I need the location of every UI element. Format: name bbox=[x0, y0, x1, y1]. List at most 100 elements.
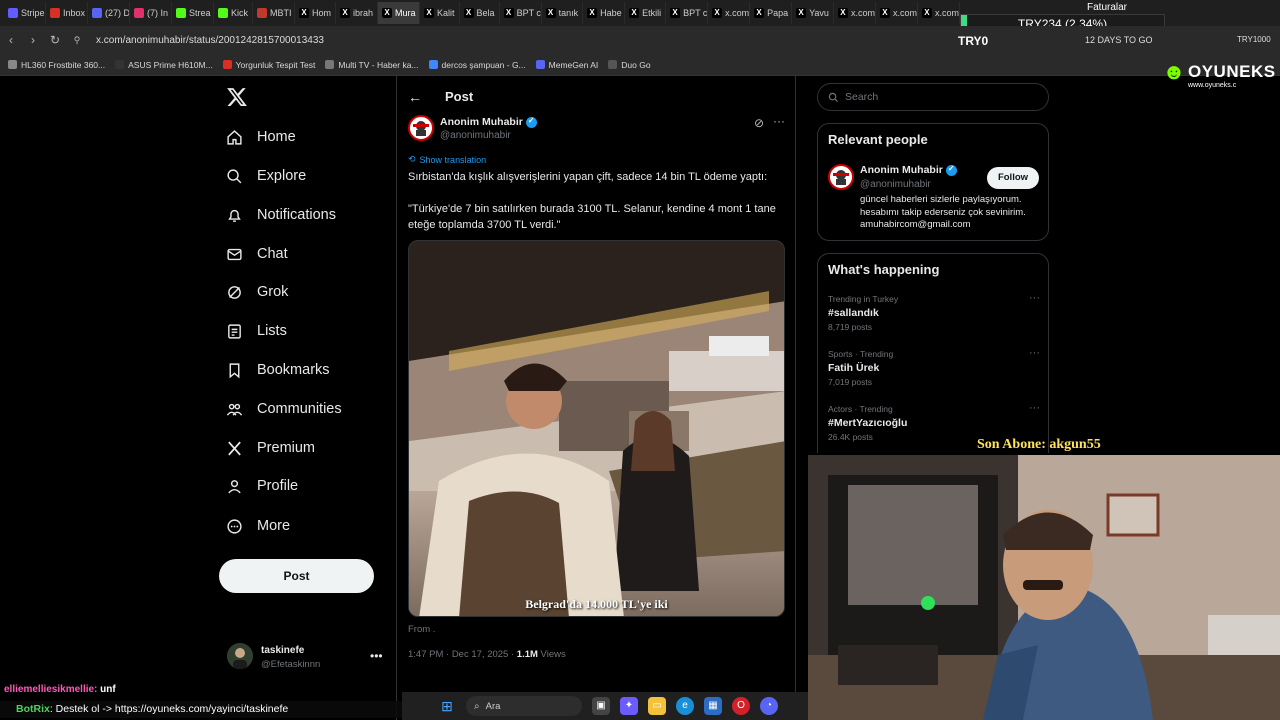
more-circle-icon bbox=[227, 518, 242, 534]
browser-tab[interactable]: MBTI bbox=[253, 2, 296, 24]
search-input[interactable]: Search bbox=[817, 83, 1049, 111]
browser-tab[interactable]: X Papa bbox=[750, 2, 793, 24]
nav-item-home[interactable]: Home bbox=[226, 123, 406, 151]
chat-username: elliemelliesikmellie: bbox=[4, 684, 98, 695]
tab-favicon-icon bbox=[92, 8, 102, 18]
bookmark-label: dercos şampuan - G... bbox=[441, 59, 526, 70]
file-explorer-icon[interactable]: ▭ bbox=[648, 697, 666, 715]
browser-tab[interactable]: Xx.com bbox=[876, 2, 918, 24]
chat-text: unf bbox=[97, 684, 116, 695]
browser-tab[interactable]: Inbox bbox=[46, 2, 88, 24]
browser-tab[interactable]: Strea bbox=[172, 2, 214, 24]
list-icon bbox=[228, 323, 241, 339]
tab-favicon-icon: X bbox=[587, 8, 598, 18]
views-label: Views bbox=[537, 649, 566, 660]
x-logo-icon[interactable] bbox=[226, 86, 248, 108]
taskbar-search[interactable]: ⌕ Ara bbox=[466, 696, 582, 716]
browser-tab[interactable]: Stripe bbox=[4, 2, 46, 24]
search-icon bbox=[227, 168, 242, 183]
bookmark-item[interactable]: MemeGen AI bbox=[535, 59, 599, 70]
bookmark-item[interactable]: HL360 Frostbite 360... bbox=[8, 60, 105, 70]
relevant-handle[interactable]: @anonimuhabir bbox=[860, 179, 931, 190]
browser-tab[interactable]: (27) D bbox=[88, 2, 130, 24]
tab-label: (7) In bbox=[147, 8, 169, 18]
tweet-text: Sırbistan'da kışlık alışverişlerini yapa… bbox=[408, 169, 788, 249]
browser-tab[interactable]: X Yavu bbox=[792, 2, 834, 24]
browser-tab[interactable]: Kick bbox=[214, 2, 254, 24]
back-arrow-icon[interactable]: ← bbox=[408, 89, 422, 105]
person-icon bbox=[228, 479, 241, 493]
edge-icon[interactable]: e bbox=[676, 697, 694, 715]
nav-item-label: Grok bbox=[257, 284, 289, 300]
task-view-icon[interactable]: ▣ bbox=[592, 697, 610, 715]
browser-tab[interactable]: X Bela bbox=[460, 2, 500, 24]
bookmark-item[interactable]: Yorgunluk Tespit Test bbox=[222, 60, 315, 70]
bookmark-item[interactable]: Multi TV - Haber ka... bbox=[325, 60, 419, 70]
author-handle[interactable]: @anonimuhabir bbox=[440, 130, 511, 141]
browser-tab[interactable]: X BPT c bbox=[500, 2, 542, 24]
trend-count: 7,019 posts bbox=[828, 377, 872, 387]
post-timestamp[interactable]: 1:47 PM · Dec 17, 2025 · bbox=[408, 649, 517, 660]
site-info-icon[interactable]: ⚲ bbox=[66, 35, 88, 46]
post-more-icon[interactable]: ··· bbox=[773, 114, 785, 128]
browser-tab[interactable]: Xx.com bbox=[834, 2, 876, 24]
bookmark-item[interactable]: dercos şampuan - G... bbox=[428, 59, 526, 70]
show-translation-link[interactable]: ⟲ Show translation bbox=[408, 154, 486, 165]
browser-tab[interactable]: X Habe bbox=[583, 2, 626, 24]
back-nav-icon[interactable]: ‹ bbox=[0, 33, 22, 47]
browser-tab[interactable]: X BPT c bbox=[666, 2, 709, 24]
translate-icon: ⟲ bbox=[408, 154, 416, 164]
browser-tab[interactable]: X Hom bbox=[295, 2, 337, 24]
nav-item-grok[interactable]: Grok bbox=[226, 278, 406, 306]
browser-tab[interactable]: X Etkili bbox=[625, 2, 667, 24]
bookmark-item[interactable]: Duo Go bbox=[608, 60, 651, 70]
trend-title: #MertYazıcıoğlu bbox=[828, 417, 908, 429]
follow-button[interactable]: Follow bbox=[987, 167, 1039, 189]
trend-more-icon[interactable]: ··· bbox=[1029, 347, 1040, 359]
trend-item[interactable]: Sports · Trending Fatih Ürek 7,019 posts ··… bbox=[828, 347, 1040, 387]
bookmark-label: MemeGen AI bbox=[548, 59, 599, 70]
nav-item-more[interactable]: More bbox=[226, 512, 406, 540]
trend-more-icon[interactable]: ··· bbox=[1029, 292, 1040, 304]
relevant-name[interactable]: Anonim Muhabir bbox=[860, 164, 957, 176]
browser-tab[interactable]: Xx.com bbox=[708, 2, 751, 24]
grok-explain-icon[interactable]: ⊘ bbox=[754, 116, 764, 130]
browser-tab[interactable]: X Mura bbox=[378, 2, 421, 24]
nav-item-label: Profile bbox=[257, 478, 299, 494]
browser-tab[interactable]: Xtanık bbox=[542, 2, 584, 24]
account-switcher[interactable]: taskinefe @Efetaskinnn ••• bbox=[227, 643, 392, 673]
opera-icon[interactable]: O bbox=[732, 697, 750, 715]
nav-item-notifications[interactable]: Notifications bbox=[226, 201, 406, 229]
account-more-icon[interactable]: ••• bbox=[370, 649, 383, 663]
browser-tab[interactable]: Xibrah bbox=[336, 2, 379, 24]
relevant-avatar[interactable] bbox=[828, 164, 854, 190]
url-field[interactable]: x.com/anonimuhabir/status/20012428157000… bbox=[96, 35, 324, 46]
copilot-icon[interactable]: ✦ bbox=[620, 697, 638, 715]
nav-item-communities[interactable]: Communities bbox=[226, 395, 406, 423]
browser-tab[interactable]: Xx.com bbox=[918, 2, 960, 24]
windows-start-icon[interactable]: ⊞ bbox=[438, 697, 456, 715]
post-meta: 1:47 PM · Dec 17, 2025 · 1.1M Views bbox=[408, 649, 566, 660]
nav-item-profile[interactable]: Profile bbox=[226, 472, 406, 500]
nav-item-premium[interactable]: Premium bbox=[226, 434, 406, 462]
tab-favicon-icon: X bbox=[837, 8, 848, 18]
trend-item[interactable]: Trending in Turkey #sallandık 8,719 posts ·… bbox=[828, 292, 1040, 332]
oyuneks-mark-icon: ☻ bbox=[1162, 59, 1186, 84]
browser-tab[interactable]: X Kalit bbox=[420, 2, 460, 24]
discord-icon[interactable]: ◔ bbox=[760, 697, 778, 715]
forward-nav-icon[interactable]: › bbox=[22, 33, 44, 47]
trend-context: Trending in Turkey bbox=[828, 294, 899, 304]
post-button[interactable]: Post bbox=[219, 559, 374, 593]
store-icon[interactable]: ▦ bbox=[704, 697, 722, 715]
nav-item-bookmarks[interactable]: Bookmarks bbox=[226, 356, 406, 384]
author-avatar[interactable] bbox=[408, 115, 434, 141]
reload-icon[interactable]: ↻ bbox=[44, 33, 66, 47]
author-name[interactable]: Anonim Muhabir bbox=[440, 116, 537, 128]
nav-item-lists[interactable]: Lists bbox=[226, 317, 406, 345]
trend-more-icon[interactable]: ··· bbox=[1029, 402, 1040, 414]
browser-tab[interactable]: (7) In bbox=[130, 2, 172, 24]
nav-item-explore[interactable]: Explore bbox=[226, 162, 406, 190]
bookmark-item[interactable]: ASUS Prime H610M... bbox=[115, 60, 213, 70]
post-video[interactable]: Belgrad'da 14.000 TL'ye iki bbox=[408, 240, 785, 617]
nav-item-chat[interactable]: Chat bbox=[226, 240, 406, 268]
